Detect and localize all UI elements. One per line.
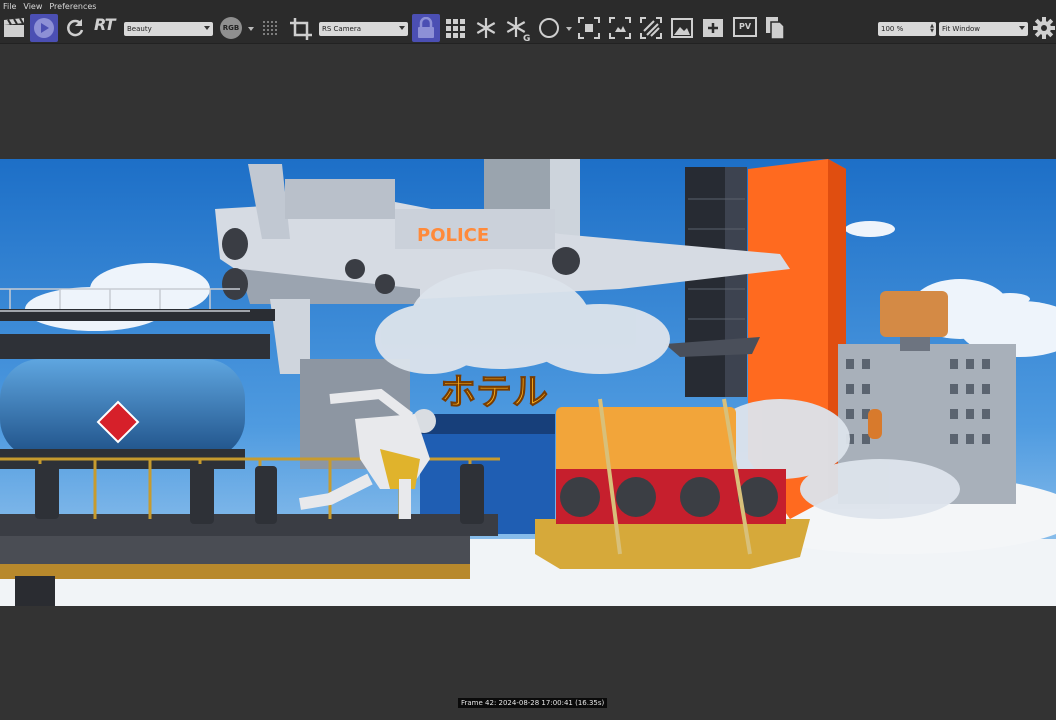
rgb-label: RGB [222, 24, 240, 32]
rgb-dropdown-arrow-icon[interactable] [248, 27, 254, 31]
menu-bar: File View Preferences [0, 0, 1056, 12]
dither-grid-icon[interactable] [260, 18, 280, 38]
clapperboard-icon[interactable] [2, 16, 26, 40]
play-button[interactable] [30, 14, 58, 42]
circle-dropdown-arrow-icon[interactable] [566, 27, 572, 31]
zoom-field[interactable]: 100 % ▲ ▼ [878, 22, 936, 36]
region-icon[interactable] [609, 17, 631, 39]
menu-file[interactable]: File [3, 2, 16, 11]
crop-icon[interactable] [288, 16, 314, 42]
chevron-down-icon [1019, 26, 1025, 30]
chevron-down-icon [399, 26, 405, 30]
fit-select[interactable]: Fit Window [939, 22, 1028, 36]
image-icon[interactable] [671, 17, 693, 39]
snowflake-icon[interactable] [474, 16, 498, 40]
camera-select-value: RS Camera [322, 25, 362, 33]
toolbar: RT Beauty RGB RS Camera G PV 100 % ▲ ▼ F… [0, 12, 1056, 44]
copy-icon[interactable] [764, 16, 786, 40]
add-image-icon[interactable] [702, 17, 724, 39]
camera-select[interactable]: RS Camera [319, 22, 408, 36]
lock-icon [418, 17, 434, 38]
rgb-button[interactable]: RGB [220, 17, 242, 39]
zoom-value: 100 % [881, 25, 904, 33]
menu-preferences[interactable]: Preferences [49, 2, 96, 11]
stripes-icon[interactable] [640, 17, 662, 39]
chevron-down-icon [204, 26, 210, 30]
render-scene: POLICE ホテル [0, 159, 1056, 606]
police-sign: POLICE [417, 225, 489, 246]
lock-button[interactable] [412, 14, 440, 42]
aov-select-value: Beauty [127, 25, 152, 33]
zoom-stepper-icon[interactable]: ▲ ▼ [930, 24, 934, 34]
render-image[interactable]: POLICE ホテル [0, 159, 1056, 606]
snowflake-g-icon[interactable]: G [505, 16, 531, 42]
pv-button[interactable]: PV [733, 17, 757, 39]
circle-icon[interactable] [538, 17, 560, 39]
rt-label[interactable]: RT [94, 15, 115, 34]
fit-select-value: Fit Window [942, 25, 981, 33]
aov-select[interactable]: Beauty [124, 22, 213, 36]
menu-view[interactable]: View [23, 2, 42, 11]
pv-label: PV [739, 22, 752, 31]
focus-icon[interactable] [578, 17, 600, 39]
grid-icon[interactable] [444, 17, 466, 39]
refresh-icon[interactable] [64, 17, 86, 39]
svg-text:G: G [523, 34, 530, 42]
frame-status: Frame 42: 2024-08-28 17:00:41 (16.35s) [458, 698, 608, 708]
hotel-sign: ホテル [440, 372, 548, 413]
gear-icon[interactable] [1032, 16, 1056, 40]
play-icon [34, 18, 54, 38]
